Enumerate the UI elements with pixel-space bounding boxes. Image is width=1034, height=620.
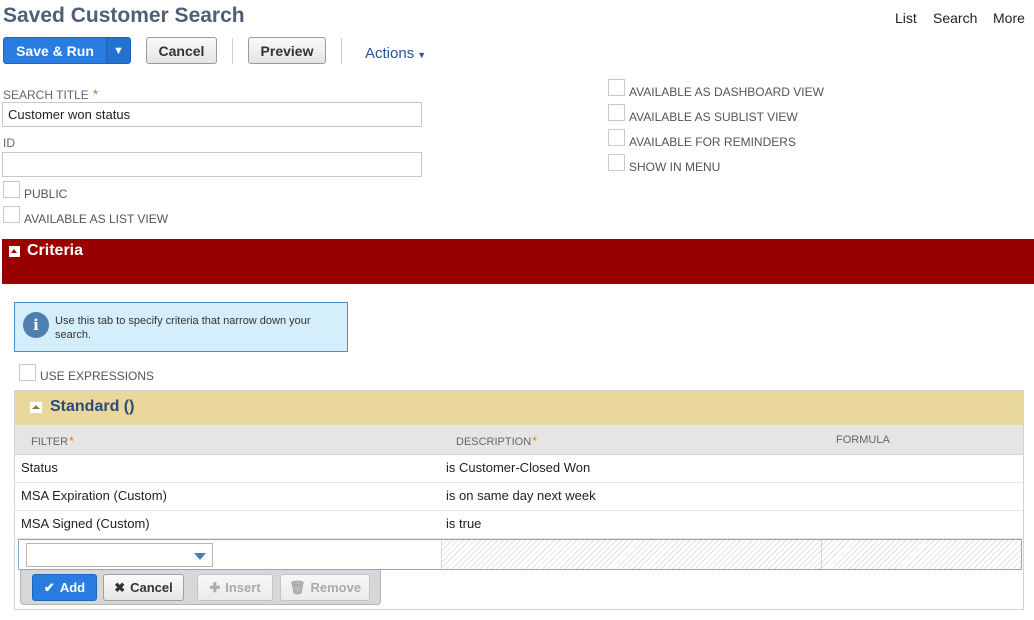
- search-title-label: SEARCH TITLE *: [3, 86, 99, 102]
- page-title: Saved Customer Search: [3, 4, 245, 27]
- table-row[interactable]: Status is Customer-Closed Won: [15, 455, 1023, 483]
- save-and-run-button[interactable]: Save & Run ▼: [3, 37, 131, 64]
- checkmark-icon: ✔: [43, 579, 55, 595]
- use-expressions-label: USE EXPRESSIONS: [40, 369, 155, 383]
- table-row[interactable]: MSA Expiration (Custom) is on same day n…: [15, 483, 1023, 511]
- show-in-menu-label: SHOW IN MENU: [629, 160, 721, 174]
- criteria-title: Criteria: [27, 242, 84, 259]
- criteria-info-box: i Use this tab to specify criteria that …: [14, 302, 348, 352]
- sublist-view-label: AVAILABLE AS SUBLIST VIEW: [629, 110, 798, 124]
- reminders-label: AVAILABLE FOR REMINDERS: [629, 135, 796, 149]
- nav-link-list[interactable]: List: [895, 10, 917, 26]
- toolbar-divider: [341, 38, 342, 64]
- filter-select[interactable]: [26, 543, 213, 567]
- filter-cell: MSA Signed (Custom): [21, 516, 150, 531]
- filter-cell: MSA Expiration (Custom): [21, 488, 167, 503]
- cancel-button[interactable]: Cancel: [146, 37, 217, 64]
- standard-title: Standard (): [50, 398, 135, 415]
- standard-section-header[interactable]: Standard (): [15, 391, 1023, 425]
- actions-menu[interactable]: Actions ▼: [365, 45, 426, 62]
- remove-button[interactable]: 🗑 Remove: [280, 574, 370, 601]
- insert-button[interactable]: ✚ Insert: [197, 574, 273, 601]
- add-button[interactable]: ✔ Add: [32, 574, 97, 601]
- column-header-filter: FILTER*: [31, 434, 74, 448]
- column-header-formula: FORMULA: [836, 434, 890, 446]
- public-checkbox[interactable]: [3, 181, 20, 198]
- list-view-label: AVAILABLE AS LIST VIEW: [24, 212, 169, 226]
- table-row[interactable]: MSA Signed (Custom) is true: [15, 511, 1023, 539]
- save-and-run-label[interactable]: Save & Run: [4, 38, 106, 63]
- description-cell-disabled: [441, 540, 821, 569]
- list-view-checkbox[interactable]: [3, 206, 20, 223]
- grid-header: FILTER* DESCRIPTION* FORMULA: [15, 425, 1023, 455]
- public-label: PUBLIC: [24, 187, 68, 201]
- description-cell: is Customer-Closed Won: [446, 460, 591, 475]
- use-expressions-checkbox[interactable]: [19, 364, 36, 381]
- collapse-icon[interactable]: [30, 402, 42, 413]
- filter-cell: Status: [21, 460, 58, 475]
- nav-link-more[interactable]: More: [993, 10, 1025, 26]
- criteria-section-header[interactable]: Criteria: [2, 239, 1034, 284]
- plus-icon: ✚: [209, 579, 221, 595]
- info-icon: i: [23, 312, 49, 338]
- column-header-description: DESCRIPTION*: [456, 434, 537, 448]
- x-icon: ✖: [114, 579, 126, 595]
- description-cell: is on same day next week: [446, 488, 596, 503]
- sublist-view-checkbox[interactable]: [608, 104, 625, 121]
- formula-cell-disabled: [821, 540, 1021, 569]
- search-title-input[interactable]: [2, 102, 422, 127]
- standard-criteria-panel: Standard () FILTER* DESCRIPTION* FORMULA…: [14, 390, 1024, 610]
- dashboard-view-label: AVAILABLE AS DASHBOARD VIEW: [629, 85, 824, 99]
- collapse-icon[interactable]: [9, 246, 20, 257]
- toolbar-divider: [232, 38, 233, 64]
- id-input[interactable]: [2, 152, 422, 177]
- new-criteria-row[interactable]: [18, 539, 1022, 570]
- trash-icon: 🗑: [288, 579, 306, 595]
- info-text: Use this tab to specify criteria that na…: [55, 315, 311, 341]
- caret-down-icon: ▼: [417, 50, 427, 60]
- actions-label[interactable]: Actions: [365, 45, 414, 62]
- id-label: ID: [3, 136, 15, 150]
- preview-button[interactable]: Preview: [248, 37, 326, 64]
- reminders-checkbox[interactable]: [608, 129, 625, 146]
- dashboard-view-checkbox[interactable]: [608, 79, 625, 96]
- nav-link-search[interactable]: Search: [933, 10, 977, 26]
- description-cell: is true: [446, 516, 482, 531]
- cancel-row-button[interactable]: ✖ Cancel: [103, 574, 184, 601]
- save-options-dropdown-icon[interactable]: ▼: [106, 38, 130, 63]
- show-in-menu-checkbox[interactable]: [608, 154, 625, 171]
- chevron-down-icon[interactable]: [194, 553, 206, 560]
- row-action-bar: ✔ Add ✖ Cancel ✚ Insert 🗑 Remove: [20, 570, 381, 605]
